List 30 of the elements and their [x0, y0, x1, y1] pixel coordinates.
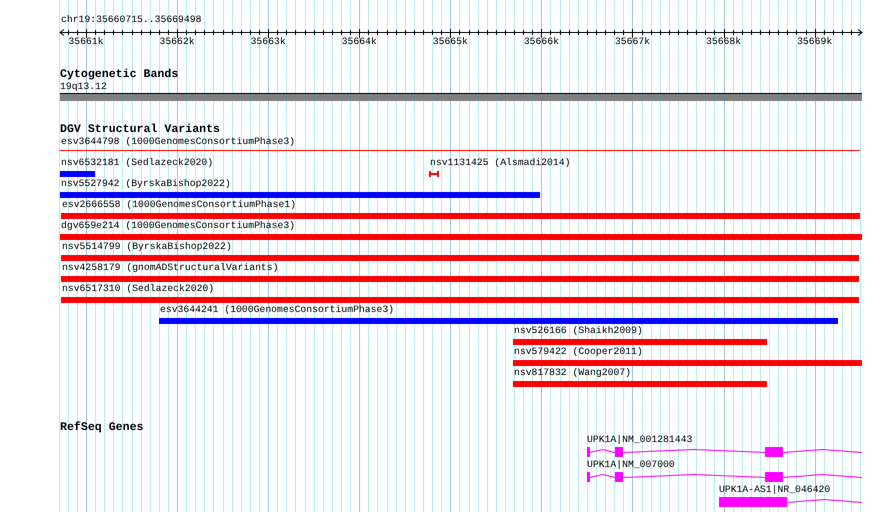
gene-label: UPK1A|NM_001281443	[587, 434, 692, 445]
gene-label: UPK1A-AS1|NR_046420	[719, 484, 830, 495]
variant-label: nsv6532181 (Sedlazeck2020)	[61, 157, 214, 168]
variant-label: dgv659e214 (1000GenomesConsortiumPhase3)	[61, 220, 296, 231]
variant-label: esv2666558 (1000GenomesConsortiumPhase1)	[62, 199, 296, 210]
variant-label: nsv579422 (Cooper2011)	[514, 346, 643, 357]
tick-label: 35665k	[432, 36, 468, 47]
tick-label: 35663k	[250, 36, 286, 47]
variant-label: nsv6517310 (Sedlazeck2020)	[62, 283, 214, 294]
tick-label: 35668k	[706, 36, 742, 47]
track-title: DGV Structural Variants	[60, 124, 220, 136]
variant-label: esv3644798 (1000GenomesConsortiumPhase3)	[61, 136, 296, 147]
tick-label: 35666k	[524, 36, 559, 47]
tick-label: 35669k	[797, 36, 832, 47]
tick-label: 35662k	[159, 36, 195, 47]
variant-label: nsv526166 (Shaikh2009)	[514, 325, 643, 336]
band-label: 19q13.12	[60, 81, 107, 93]
variant-label: nsv5514799 (ByrskaBishop2022)	[62, 241, 232, 252]
tick-label: 35667k	[614, 36, 650, 47]
track-title: RefSeq Genes	[60, 422, 144, 434]
track-title: Cytogenetic Bands	[60, 69, 178, 81]
tick-label: 35661k	[68, 36, 104, 47]
gene-label: UPK1A|NM_007000	[587, 459, 675, 470]
variant-label: nsv817832 (Wang2007)	[514, 367, 632, 378]
variant-label: nsv1131425 (Alsmadi2014)	[430, 157, 570, 168]
tick-label: 35664k	[342, 36, 377, 47]
variant-label: esv3644241 (1000GenomesConsortiumPhase3)	[160, 304, 394, 315]
variant-label: nsv4258179 (gnomADStructuralVariants)	[62, 262, 278, 273]
variant-label: nsv5527942 (ByrskaBishop2022)	[61, 178, 231, 189]
region-label: chr19:35660715..35669498	[61, 14, 202, 26]
